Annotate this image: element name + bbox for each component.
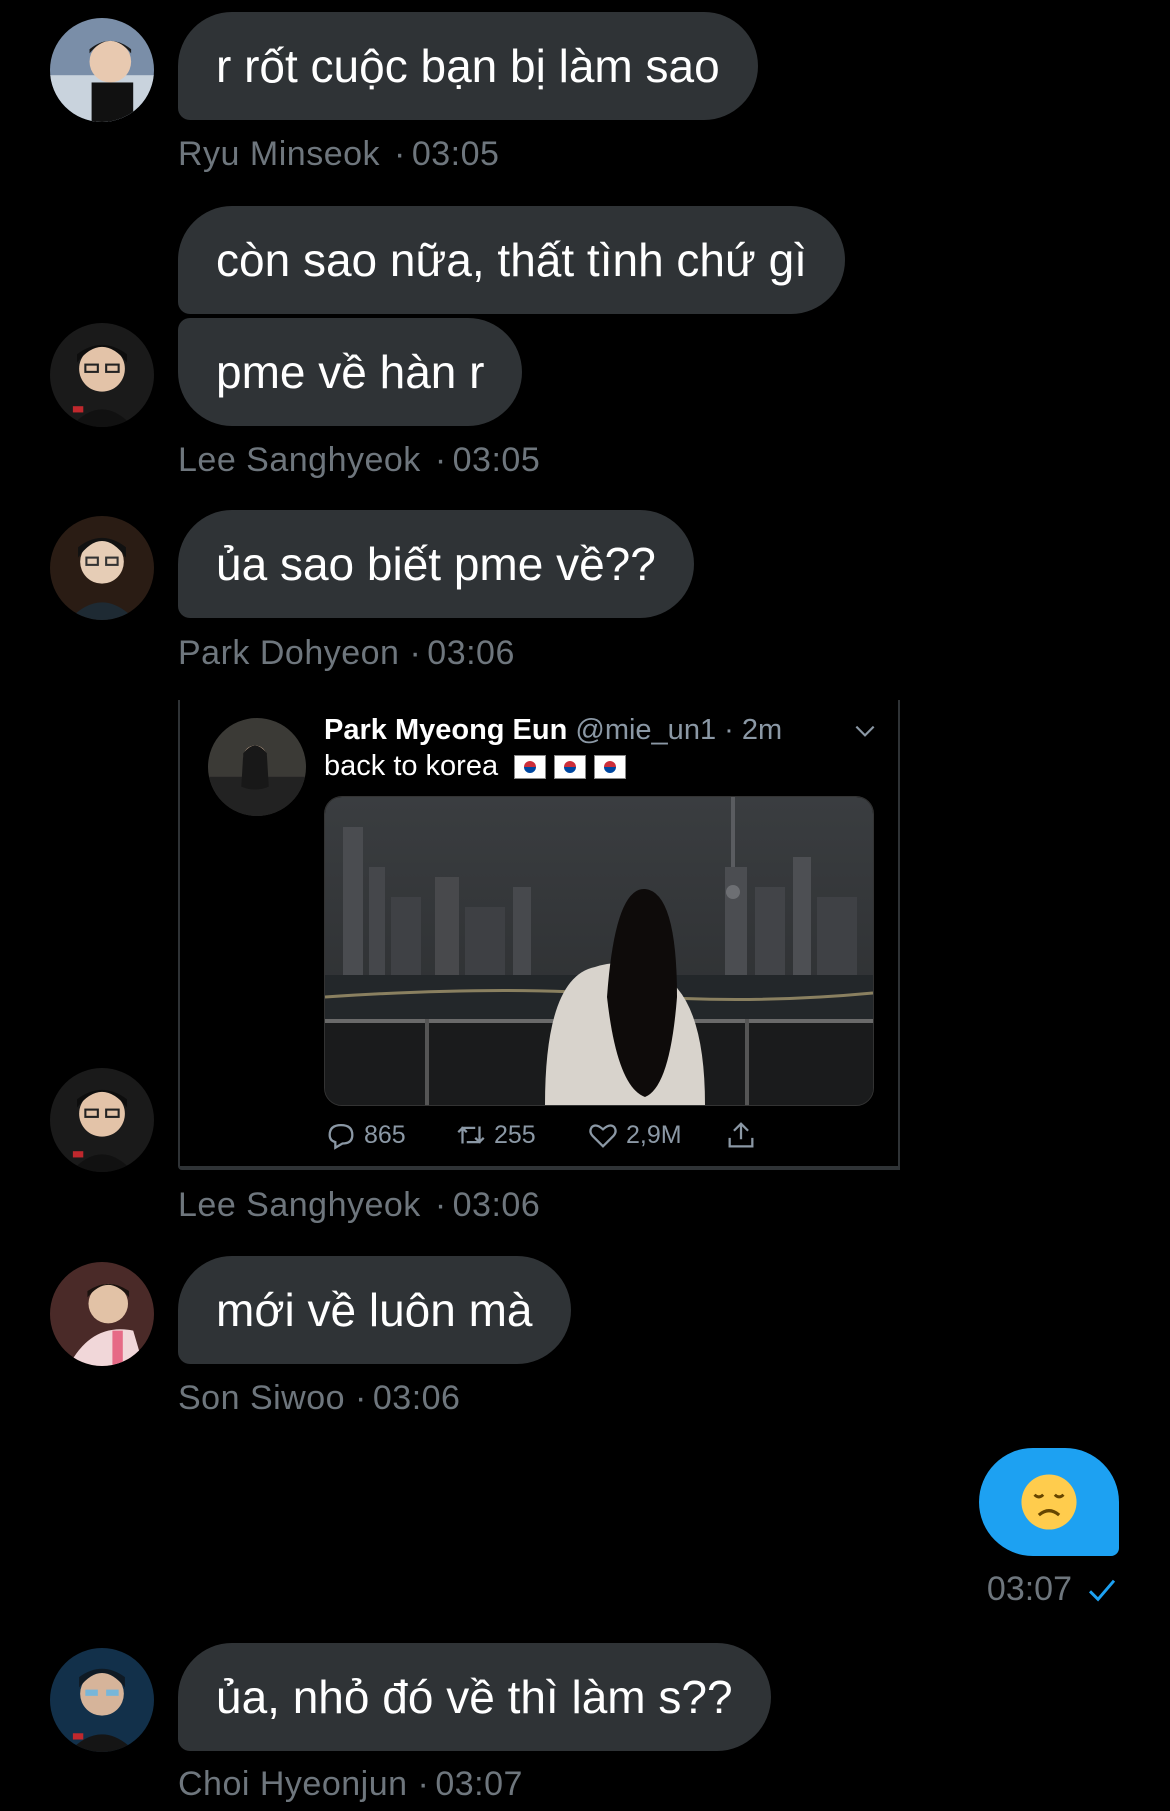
like-icon — [589, 1124, 617, 1148]
sent-message-bubble[interactable] — [979, 1448, 1119, 1556]
message-bubble[interactable]: còn sao nữa, thất tình chứ gì — [178, 206, 845, 314]
message-meta: Park Dohyeon · 03:06 — [178, 634, 515, 673]
tweet-age: 2m — [741, 714, 783, 746]
message-meta: Lee Sanghyeok · 03:06 — [178, 1186, 540, 1225]
reply-action[interactable]: 865 — [324, 1118, 406, 1152]
message-text: còn sao nữa, thất tình chứ gì — [216, 234, 807, 286]
tweet-author-handle[interactable]: @mie_un1 — [575, 714, 716, 746]
separator-dot: · — [409, 634, 422, 672]
separator-dot: · — [434, 1186, 447, 1224]
sent-message-meta: 03:07 — [987, 1570, 1118, 1609]
separator-dot: · — [716, 714, 742, 746]
separator-dot: · — [417, 1765, 430, 1803]
tweet-actions: 865 255 2,9M — [324, 1118, 884, 1158]
sender-name: Lee Sanghyeok — [178, 441, 421, 479]
message-text: mới về luôn mà — [216, 1284, 533, 1336]
tweet-author-name[interactable]: Park Myeong Eun — [324, 714, 567, 746]
message-bubble[interactable]: pme về hàn r — [178, 318, 523, 426]
korea-flag-icon — [514, 755, 547, 780]
korea-flag-icon — [594, 755, 627, 780]
separator-dot: · — [394, 135, 406, 173]
message-meta: Ryu Minseok · 03:05 — [178, 135, 499, 174]
message-bubble[interactable]: ủa, nhỏ đó về thì làm s?? — [178, 1643, 771, 1751]
tweet-author-avatar[interactable] — [208, 718, 306, 816]
message-time: 03:06 — [427, 634, 515, 672]
message-meta: Choi Hyeonjun · 03:07 — [178, 1765, 523, 1804]
disappointed-face-icon — [1021, 1474, 1077, 1530]
share-icon — [728, 1122, 754, 1148]
sender-name: Choi Hyeonjun — [178, 1765, 408, 1803]
retweet-icon — [457, 1126, 485, 1144]
sender-name: Park Dohyeon — [178, 634, 400, 672]
avatar-choi-hyeonjun[interactable] — [50, 1648, 154, 1752]
avatar-ryu-minseok[interactable] — [50, 18, 154, 122]
korea-flag-icon — [554, 755, 587, 780]
message-time: 03:07 — [986, 1570, 1072, 1608]
message-bubble[interactable]: mới về luôn mà — [178, 1256, 571, 1364]
message-time: 03:05 — [452, 441, 541, 479]
message-text: r rốt cuộc bạn bị làm sao — [216, 40, 720, 92]
message-time: 03:06 — [452, 1186, 541, 1224]
avatar-lee-sanghyeok[interactable] — [50, 323, 154, 427]
tweet-photo[interactable] — [324, 796, 874, 1106]
retweet-count: 255 — [494, 1120, 536, 1149]
avatar-son-siwoo[interactable] — [50, 1262, 154, 1366]
tweet-header: Park Myeong Eun @mie_un1 · 2m — [324, 714, 782, 747]
tweet-text: back to korea — [324, 750, 627, 783]
avatar-park-dohyeon[interactable] — [50, 516, 154, 620]
chevron-down-icon[interactable] — [852, 718, 878, 744]
message-meta: Lee Sanghyeok · 03:05 — [178, 441, 540, 480]
separator-dot: · — [434, 441, 447, 479]
like-action[interactable]: 2,9M — [586, 1118, 682, 1152]
message-time: 03:07 — [435, 1765, 523, 1803]
avatar-lee-sanghyeok[interactable] — [50, 1068, 154, 1172]
sender-name: Ryu Minseok — [178, 135, 381, 173]
message-text: ủa sao biết pme về?? — [216, 538, 656, 590]
message-text: ủa, nhỏ đó về thì làm s?? — [216, 1671, 733, 1723]
tweet-body: back to korea — [324, 750, 499, 782]
message-bubble[interactable]: ủa sao biết pme về?? — [178, 510, 694, 618]
share-action[interactable] — [724, 1118, 764, 1152]
separator-dot: · — [355, 1379, 367, 1417]
message-meta: Son Siwoo · 03:06 — [178, 1379, 460, 1418]
read-check-icon — [1088, 1579, 1116, 1601]
shared-tweet-card[interactable]: Park Myeong Eun @mie_un1 · 2m back to ko… — [178, 700, 900, 1170]
reply-count: 865 — [364, 1120, 406, 1149]
message-time: 03:05 — [411, 135, 500, 173]
like-count: 2,9M — [626, 1120, 682, 1149]
reply-icon — [328, 1123, 354, 1150]
message-bubble[interactable]: r rốt cuộc bạn bị làm sao — [178, 12, 758, 120]
sender-name: Son Siwoo — [178, 1379, 346, 1417]
sender-name: Lee Sanghyeok — [178, 1186, 421, 1224]
message-time: 03:06 — [372, 1379, 461, 1417]
message-text: pme về hàn r — [216, 346, 485, 398]
retweet-action[interactable]: 255 — [454, 1118, 536, 1152]
